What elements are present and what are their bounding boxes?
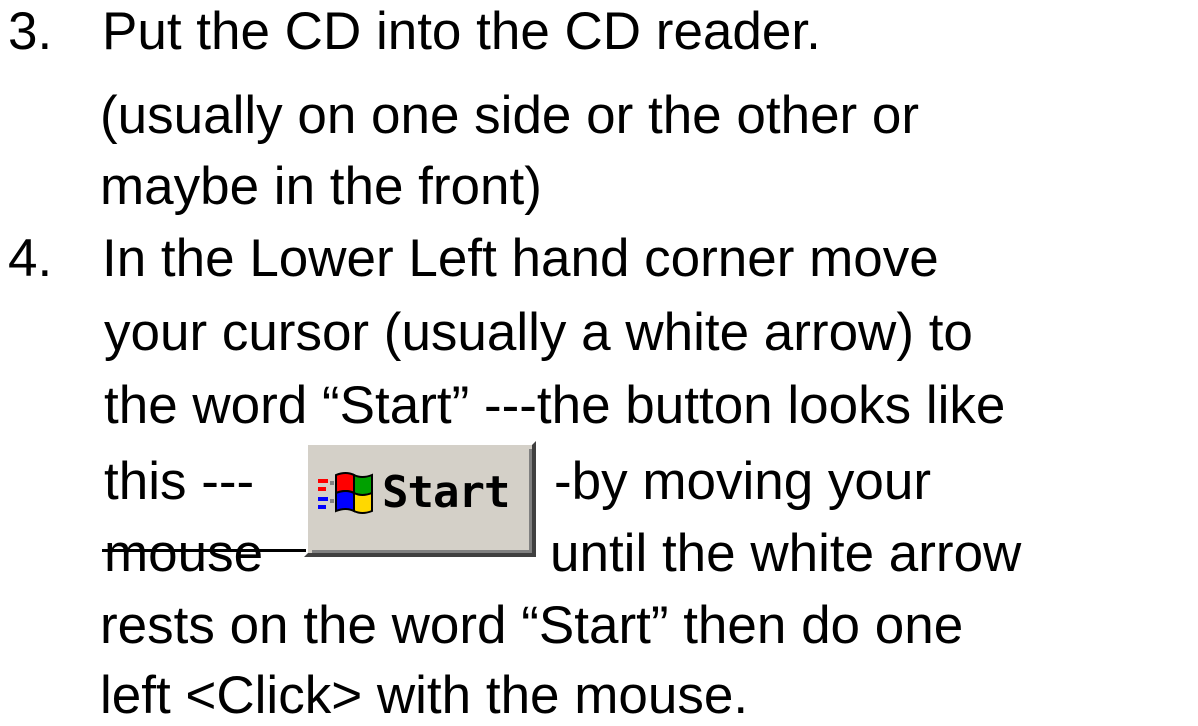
- step-3-text-1: Put the CD into the CD reader.: [102, 2, 821, 61]
- step-3-number: 3.: [8, 2, 53, 61]
- step-4-number: 4.: [8, 229, 53, 288]
- step-4-line-1: 4. In the Lower Left hand corner move: [8, 229, 939, 289]
- start-button-image: Start: [102, 441, 536, 557]
- step-4-line-7: left <Click> with the mouse.: [100, 666, 749, 725]
- step-4-line-3: the word “Start” ---the button looks lik…: [104, 376, 1006, 435]
- step-4-line-4a: this ---: [104, 452, 255, 511]
- mouse-underline: [102, 549, 306, 552]
- step-4-line-5a: mouse: [104, 524, 264, 583]
- step-4-line-4b: -by moving your: [554, 452, 932, 511]
- step-3-line-1: 3. Put the CD into the CD reader.: [8, 2, 821, 62]
- start-button-label: Start: [382, 467, 510, 518]
- step-3-line-3: maybe in the front): [100, 157, 542, 216]
- step-4-line-5b: until the white arrow: [550, 524, 1022, 583]
- step-4-line-2: your cursor (usually a white arrow) to: [104, 303, 973, 362]
- step-3-line-2: (usually on one side or the other or: [100, 86, 920, 145]
- step-4-text-1: In the Lower Left hand corner move: [102, 229, 939, 288]
- step-4-line-6: rests on the word “Start” then do one: [100, 596, 964, 655]
- windows-flag-icon: [318, 472, 373, 514]
